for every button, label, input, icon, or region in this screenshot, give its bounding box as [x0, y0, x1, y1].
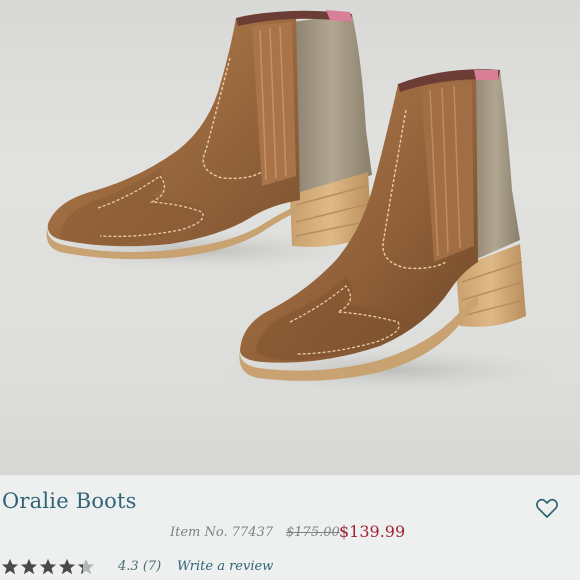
- star-icon: [20, 558, 38, 575]
- rating-summary: 4.3 (7): [118, 559, 161, 574]
- product-photo[interactable]: [0, 0, 580, 475]
- star-icon: [58, 558, 76, 575]
- product-title[interactable]: Oralie Boots: [2, 489, 137, 513]
- star-icon: [1, 558, 19, 575]
- star-half-icon: [77, 558, 95, 575]
- heart-outline-icon: [536, 498, 558, 518]
- product-card: Oralie Boots Item No. 77437 $175.00 $139…: [0, 0, 580, 580]
- item-number: Item No. 77437: [170, 525, 274, 540]
- write-review-link[interactable]: Write a review: [177, 559, 273, 574]
- star-rating[interactable]: [1, 558, 95, 576]
- original-price: $175.00: [286, 525, 340, 540]
- product-info-panel: Oralie Boots Item No. 77437 $175.00 $139…: [0, 475, 580, 580]
- sale-price: $139.99: [339, 522, 406, 541]
- star-icon: [39, 558, 57, 575]
- rating-value: 4.3: [118, 559, 139, 574]
- boots-image: [30, 10, 570, 394]
- review-count: (7): [142, 559, 162, 574]
- wishlist-button[interactable]: [534, 495, 560, 521]
